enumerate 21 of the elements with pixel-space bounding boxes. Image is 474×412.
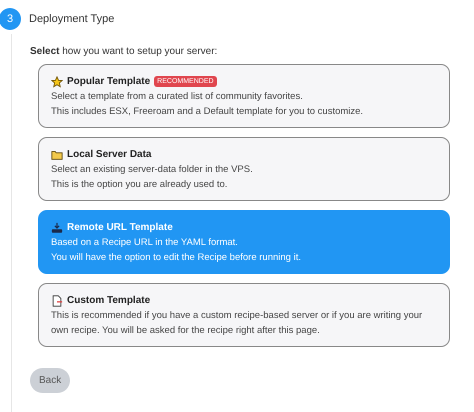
step-title: Deployment Type (29, 13, 114, 25)
option-description: This includes ESX, Freeroam and a Default template for you to customize. (51, 105, 364, 119)
folder-icon (51, 148, 63, 160)
option-title: Custom Template (67, 294, 150, 308)
option-title: Local Server Data (67, 148, 152, 162)
back-button[interactable]: Back (30, 368, 70, 393)
option-description: Based on a Recipe URL in the YAML format. (51, 236, 239, 250)
option-card[interactable]: Local Server Data Select an existing server-data folder in the VPS. This is the option you are already used to. (38, 137, 450, 201)
option-description: Select an existing server-data folder in the VPS. (51, 163, 254, 177)
option-title: Remote URL Template (67, 221, 173, 235)
option-title: Popular Template (67, 75, 150, 89)
option-description: This is the option you are already used to. (51, 178, 228, 192)
option-description: You will have the option to edit the Recipe before running it. (51, 251, 302, 265)
prompt-text: Select how you want to setup your server: (30, 46, 218, 57)
file-icon (51, 294, 63, 306)
star-icon (51, 76, 63, 88)
download-icon (51, 222, 63, 234)
option-description: This is recommended if you have a custom recipe-based server or if you are writing your own recipe. You will be asked for the recipe right after this page. (51, 309, 424, 338)
step-number: 3 (0, 8, 21, 30)
option-description: Select a template from a curated list of community favorites. (51, 90, 304, 104)
option-card[interactable]: Custom Template This is recommended if you have a custom recipe-based server or if you are writing your own recipe. You will be asked for the recipe right after this page. (38, 283, 450, 347)
